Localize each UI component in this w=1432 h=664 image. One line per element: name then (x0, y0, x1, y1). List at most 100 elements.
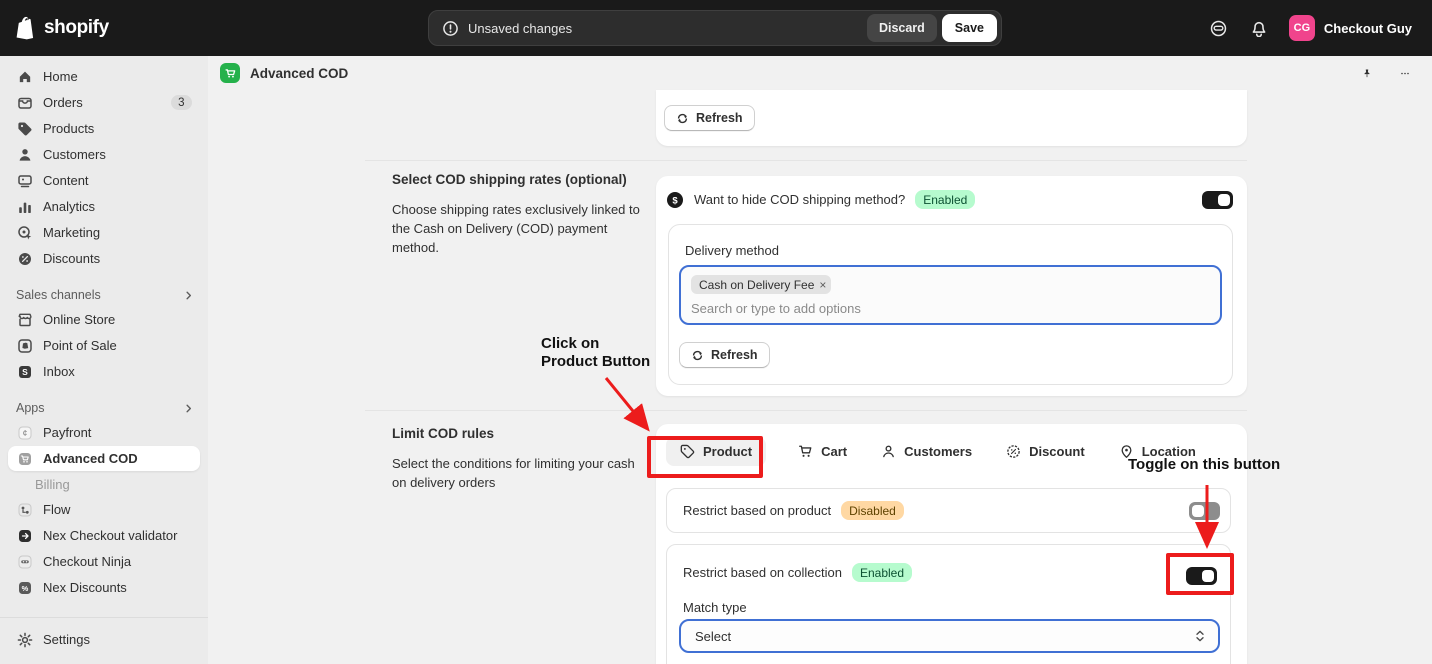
online-store-icon (16, 312, 33, 328)
section-heading: Select COD shipping rates (optional) (392, 172, 644, 187)
user-menu[interactable]: CG Checkout Guy (1283, 12, 1418, 44)
sidebar-item-settings[interactable]: Settings (8, 627, 200, 652)
sidebar-item-advanced-cod[interactable]: Advanced COD (8, 446, 200, 471)
orders-icon (16, 95, 33, 111)
tab-discount[interactable]: Discount (1004, 437, 1087, 466)
annotation-arrow-product (606, 378, 646, 427)
page-header-actions (1356, 56, 1416, 90)
sidebar-item-inbox[interactable]: S Inbox (8, 359, 200, 384)
sidebar-item-payfront[interactable]: ¢ Payfront (8, 420, 200, 445)
refresh-button[interactable]: Refresh (679, 342, 770, 368)
save-button[interactable]: Save (942, 14, 997, 42)
discount-icon (1006, 444, 1021, 459)
sidebar-item-customers[interactable]: Customers (8, 142, 200, 167)
content-icon (16, 173, 33, 189)
sidebar-item-nex-checkout-validator[interactable]: Nex Checkout validator (8, 523, 200, 548)
tab-cart[interactable]: Cart (796, 437, 849, 466)
topbar-right: CG Checkout Guy (1203, 0, 1418, 56)
sidekick-button[interactable] (1203, 12, 1235, 44)
discard-button[interactable]: Discard (867, 14, 937, 42)
products-tag-icon (16, 121, 33, 137)
annotation-click-product: Click on Product Button (541, 335, 659, 371)
person-icon (881, 444, 896, 459)
nex-checkout-validator-app-icon (16, 528, 33, 544)
money-icon: $ (666, 191, 684, 209)
analytics-icon (16, 199, 33, 215)
point-of-sale-icon (16, 338, 33, 354)
chevron-right-icon (183, 403, 194, 414)
delivery-method-label: Delivery method (685, 243, 779, 258)
svg-text:%: % (21, 584, 28, 593)
tab-customers[interactable]: Customers (879, 437, 974, 466)
restrict-collection-label: Restrict based on collection (683, 565, 842, 580)
annotation-box-collection-toggle (1166, 553, 1234, 595)
sidebar-item-checkout-ninja[interactable]: Checkout Ninja (8, 549, 200, 574)
customers-icon (16, 147, 33, 163)
discounts-icon (16, 251, 33, 267)
hide-cod-toggle[interactable] (1202, 191, 1233, 209)
shopify-wordmark: shopify (44, 17, 109, 39)
sidebar-item-flow[interactable]: Flow (8, 497, 200, 522)
flow-app-icon (16, 502, 33, 518)
status-badge: Enabled (852, 563, 912, 582)
sidebar-item-billing[interactable]: Billing (8, 472, 200, 496)
sidebar-nav: Home Orders 3 Products Customers Content (0, 56, 208, 600)
status-badge: Disabled (841, 501, 904, 520)
refresh-icon (691, 349, 704, 362)
svg-text:S: S (22, 367, 28, 377)
hide-cod-question: Want to hide COD shipping method? (694, 192, 905, 207)
sidebar-item-marketing[interactable]: Marketing (8, 220, 200, 245)
hide-cod-shipping-card: $ Want to hide COD shipping method? Enab… (656, 176, 1247, 396)
page-header: Advanced COD (208, 56, 1432, 90)
section-description: Select the conditions for limiting your … (392, 454, 650, 492)
sidebar-item-home[interactable]: Home (8, 64, 200, 89)
restrict-product-label: Restrict based on product (683, 503, 831, 518)
sidebar-section-apps[interactable]: Apps (0, 396, 208, 420)
orders-count-badge: 3 (171, 95, 192, 110)
sidebar-item-point-of-sale[interactable]: Point of Sale (8, 333, 200, 358)
selected-option-chip[interactable]: Cash on Delivery Fee × (691, 275, 831, 294)
restrict-product-toggle[interactable] (1189, 502, 1220, 520)
nex-discounts-app-icon: % (16, 580, 33, 596)
match-type-label: Match type (683, 600, 747, 615)
status-badge: Enabled (915, 190, 975, 209)
sidebar-item-content[interactable]: Content (8, 168, 200, 193)
unsaved-changes-label: Unsaved changes (468, 21, 572, 36)
section-description: Choose shipping rates exclusively linked… (392, 200, 640, 257)
advanced-cod-app-icon (220, 63, 240, 83)
pin-button[interactable] (1356, 62, 1378, 84)
shopify-bag-icon (16, 16, 37, 40)
chevron-right-icon (183, 290, 194, 301)
restrict-collection-row: Restrict based on collection Enabled Mat… (666, 544, 1231, 664)
more-options-button[interactable] (1394, 62, 1416, 84)
delivery-method-box: Delivery method Cash on Delivery Fee × S… (668, 224, 1233, 385)
notifications-bell-button[interactable] (1243, 12, 1275, 44)
shipping-rates-section-info: Select COD shipping rates (optional) Cho… (392, 172, 644, 257)
sidebar-item-discounts[interactable]: Discounts (8, 246, 200, 271)
topbar: shopify Unsaved changes Discard Save CG … (0, 0, 1432, 56)
sidebar-footer: Settings (0, 617, 208, 664)
refresh-icon (676, 112, 689, 125)
select-value: Select (695, 629, 731, 644)
avatar: CG (1289, 15, 1315, 41)
sidebar-section-sales-channels[interactable]: Sales channels (0, 283, 208, 307)
sidebar-item-nex-discounts[interactable]: % Nex Discounts (8, 575, 200, 600)
sidebar-item-analytics[interactable]: Analytics (8, 194, 200, 219)
match-type-select[interactable]: Select (679, 619, 1220, 653)
section-heading: Limit COD rules (392, 426, 644, 441)
hide-cod-row: $ Want to hide COD shipping method? Enab… (666, 190, 1193, 209)
page-title: Advanced COD (250, 66, 348, 81)
inbox-icon: S (16, 364, 33, 380)
delivery-method-input[interactable]: Cash on Delivery Fee × Search or type to… (679, 265, 1222, 325)
refresh-button[interactable]: Refresh (664, 105, 755, 131)
sidebar-item-online-store[interactable]: Online Store (8, 307, 200, 332)
sidebar-item-products[interactable]: Products (8, 116, 200, 141)
section-divider (365, 160, 1247, 161)
user-name: Checkout Guy (1324, 21, 1412, 36)
restrict-product-row: Restrict based on product Disabled (666, 488, 1231, 533)
shopify-logo[interactable]: shopify (16, 0, 109, 56)
refresh-card: Refresh (656, 90, 1247, 146)
sidebar-item-orders[interactable]: Orders 3 (8, 90, 200, 115)
chevron-updown-icon (1194, 629, 1206, 643)
remove-chip-icon[interactable]: × (819, 279, 826, 291)
